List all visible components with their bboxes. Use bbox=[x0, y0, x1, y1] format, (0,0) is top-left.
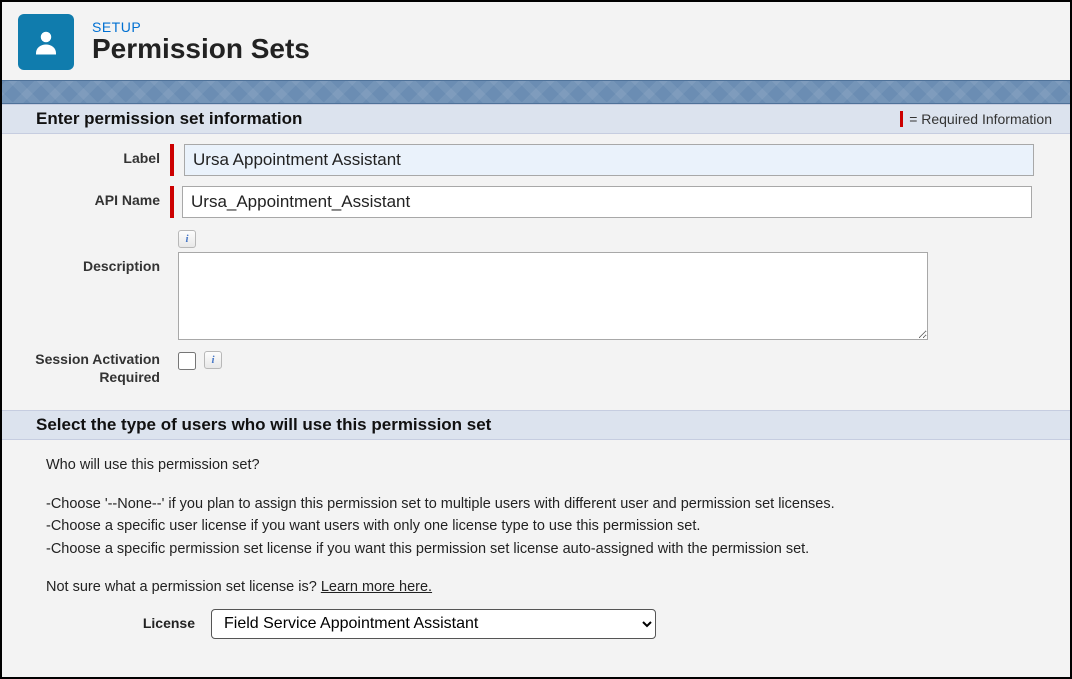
learn-more-link[interactable]: Learn more here. bbox=[321, 579, 432, 595]
section2-bullet3: -Choose a specific permission set licens… bbox=[46, 538, 1030, 560]
required-marker-icon bbox=[170, 186, 174, 218]
section2-bullet1: -Choose '--None--' if you plan to assign… bbox=[46, 493, 1030, 515]
notsure-text: Not sure what a permission set license i… bbox=[46, 579, 321, 595]
apiname-input[interactable] bbox=[182, 186, 1032, 218]
session-row: Session Activation Required i bbox=[20, 350, 1052, 386]
section2-header: Select the type of users who will use th… bbox=[2, 410, 1070, 440]
license-row: License Field Service Appointment Assist… bbox=[46, 609, 1030, 639]
section2-bullet2: -Choose a specific user license if you w… bbox=[46, 515, 1030, 537]
license-select[interactable]: Field Service Appointment Assistant bbox=[211, 609, 656, 639]
section2-intro: Who will use this permission set? bbox=[46, 454, 1030, 476]
required-legend: = Required Information bbox=[900, 111, 1052, 127]
section1-header: Enter permission set information = Requi… bbox=[2, 104, 1070, 134]
license-label: License bbox=[46, 613, 211, 635]
info-icon[interactable]: i bbox=[178, 230, 196, 248]
required-marker-icon bbox=[170, 144, 174, 176]
user-icon bbox=[18, 14, 74, 70]
page-title: Permission Sets bbox=[92, 33, 310, 65]
label-row: Label bbox=[20, 144, 1052, 176]
description-textarea[interactable] bbox=[178, 252, 928, 340]
session-checkbox[interactable] bbox=[178, 352, 196, 370]
session-field-label: Session Activation Required bbox=[20, 350, 170, 386]
apiname-field-label: API Name bbox=[20, 186, 170, 208]
description-row: Description bbox=[20, 252, 1052, 340]
decorative-band bbox=[2, 80, 1070, 104]
label-input[interactable] bbox=[184, 144, 1034, 176]
section1-title: Enter permission set information bbox=[36, 109, 302, 129]
required-legend-text: = Required Information bbox=[909, 111, 1052, 127]
section2-title: Select the type of users who will use th… bbox=[36, 415, 491, 435]
section2-body: Who will use this permission set? -Choos… bbox=[2, 440, 1070, 656]
description-field-label: Description bbox=[20, 252, 170, 274]
form-section: Label API Name i Description Session Act… bbox=[2, 134, 1070, 410]
header-titles: SETUP Permission Sets bbox=[92, 19, 310, 65]
page-header: SETUP Permission Sets bbox=[2, 2, 1070, 80]
apiname-row: API Name i bbox=[20, 186, 1052, 248]
info-icon[interactable]: i bbox=[204, 351, 222, 369]
section2-notsure: Not sure what a permission set license i… bbox=[46, 576, 1030, 598]
required-indicator-icon bbox=[900, 111, 903, 127]
label-field-label: Label bbox=[20, 144, 170, 166]
